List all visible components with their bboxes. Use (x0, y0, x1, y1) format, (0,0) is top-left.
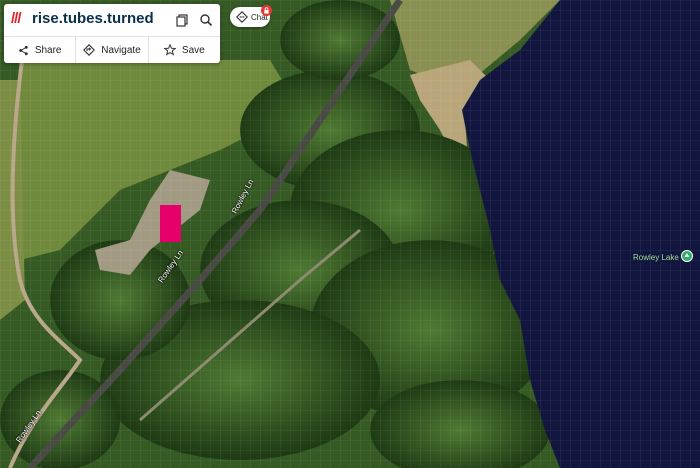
save-label: Save (181, 44, 205, 56)
satellite-map[interactable] (0, 0, 700, 468)
address-bar: /// rise.tubes.turned (4, 4, 220, 37)
selected-square[interactable] (160, 205, 181, 242)
save-button[interactable]: Save (149, 37, 220, 63)
chat-icon (236, 11, 248, 23)
share-label: Share (34, 44, 62, 56)
poi-label-rowley-lake: Rowley Lake (633, 253, 679, 262)
search-icon[interactable] (197, 11, 215, 29)
share-icon (19, 45, 28, 55)
address-panel: /// rise.tubes.turned Share Navigate Sav… (4, 4, 220, 63)
action-bar: Share Navigate Save (4, 37, 220, 63)
w3w-address[interactable]: rise.tubes.turned (32, 10, 154, 27)
navigate-label: Navigate (101, 44, 141, 56)
copy-icon[interactable] (173, 11, 191, 29)
star-icon (163, 44, 176, 56)
lock-icon (261, 5, 272, 16)
share-button[interactable]: Share (4, 37, 77, 63)
water-pin-icon[interactable] (681, 250, 693, 262)
w3w-slashes: /// (11, 10, 21, 27)
navigate-button[interactable]: Navigate (76, 37, 149, 63)
navigate-icon (83, 44, 96, 56)
w3w-grid-overlay (0, 0, 700, 468)
